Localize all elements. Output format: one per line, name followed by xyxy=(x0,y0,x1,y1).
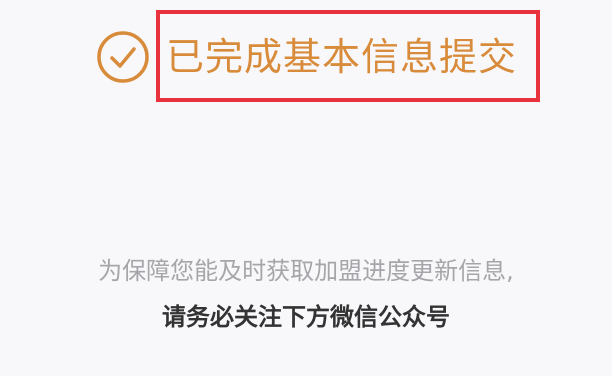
check-circle-icon xyxy=(97,31,149,83)
status-title: 已完成基本信息提交 xyxy=(166,35,518,79)
status-row xyxy=(94,28,152,86)
notice-text: 为保障您能及时获取加盟进度更新信息, xyxy=(98,257,514,285)
notice-emphasis-text: 请务必关注下方微信公众号 xyxy=(162,303,450,331)
